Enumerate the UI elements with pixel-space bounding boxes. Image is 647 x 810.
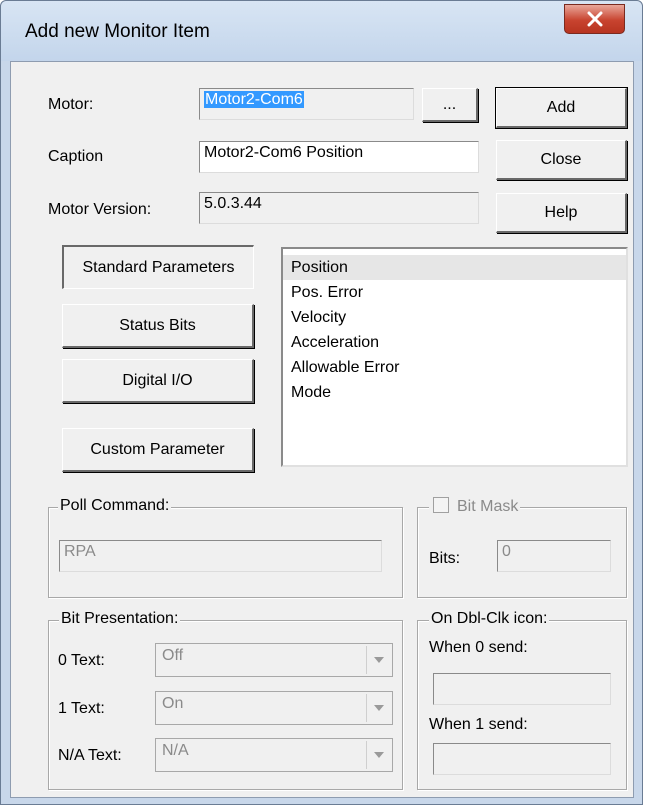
zero-text-value: Off bbox=[162, 647, 184, 664]
digital-io-button[interactable]: Digital I/O bbox=[62, 359, 254, 403]
list-item[interactable]: Acceleration bbox=[283, 330, 626, 355]
bits-field: 0 bbox=[497, 540, 611, 572]
list-item[interactable]: Mode bbox=[283, 380, 626, 405]
when0-field bbox=[433, 673, 611, 705]
add-button[interactable]: Add bbox=[495, 87, 628, 129]
bit-mask-legend[interactable]: Bit Mask bbox=[429, 497, 521, 519]
when1-label: When 1 send: bbox=[429, 716, 528, 733]
browse-label: ... bbox=[442, 95, 457, 113]
parameter-list[interactable]: Position Pos. Error Velocity Acceleratio… bbox=[281, 247, 628, 467]
motor-version-field: 5.0.3.44 bbox=[199, 192, 479, 224]
list-item[interactable]: Velocity bbox=[283, 305, 626, 330]
standard-parameters-label: Standard Parameters bbox=[82, 258, 235, 276]
motor-label: Motor: bbox=[48, 96, 94, 113]
zero-text-combo: Off bbox=[155, 643, 393, 677]
list-item[interactable]: Allowable Error bbox=[283, 355, 626, 380]
poll-command-field: RPA bbox=[59, 540, 382, 572]
one-text-combo: On bbox=[155, 691, 393, 725]
zero-text-label: 0 Text: bbox=[58, 652, 105, 669]
motor-version-label: Motor Version: bbox=[48, 201, 152, 218]
title-bar[interactable]: Add new Monitor Item bbox=[1, 1, 642, 61]
help-button[interactable]: Help bbox=[496, 193, 627, 233]
na-text-label: N/A Text: bbox=[58, 747, 122, 764]
window-title: Add new Monitor Item bbox=[25, 21, 210, 42]
chevron-down-icon bbox=[366, 646, 390, 674]
dialog-client-area: Motor: Motor2-Com6 ... Add Caption Motor… bbox=[10, 61, 634, 798]
when0-label: When 0 send: bbox=[429, 639, 528, 656]
custom-parameter-label: Custom Parameter bbox=[90, 440, 225, 458]
motor-field[interactable]: Motor2-Com6 bbox=[199, 88, 414, 120]
bit-mask-checkbox[interactable] bbox=[433, 497, 449, 513]
standard-parameters-button[interactable]: Standard Parameters bbox=[62, 245, 254, 289]
one-text-label: 1 Text: bbox=[58, 700, 105, 717]
status-bits-label: Status Bits bbox=[119, 316, 196, 334]
window-close-button[interactable] bbox=[564, 4, 625, 34]
add-label: Add bbox=[546, 98, 576, 116]
when1-field bbox=[433, 743, 611, 775]
chevron-down-icon bbox=[366, 741, 390, 769]
status-bits-button[interactable]: Status Bits bbox=[62, 304, 254, 348]
list-item[interactable]: Position bbox=[283, 255, 626, 280]
bit-mask-label: Bit Mask bbox=[457, 498, 519, 515]
na-text-value: N/A bbox=[162, 742, 189, 759]
caption-value: Motor2-Com6 Position bbox=[204, 144, 364, 161]
bits-value: 0 bbox=[502, 543, 511, 560]
na-text-combo: N/A bbox=[155, 738, 393, 772]
close-x-icon bbox=[587, 11, 603, 27]
close-label: Close bbox=[540, 150, 582, 168]
close-button[interactable]: Close bbox=[496, 140, 627, 180]
one-text-value: On bbox=[162, 695, 184, 712]
dblclk-legend: On Dbl-Clk icon: bbox=[429, 610, 550, 628]
chevron-down-icon bbox=[366, 694, 390, 722]
digital-io-label: Digital I/O bbox=[122, 371, 193, 389]
browse-motor-button[interactable]: ... bbox=[422, 88, 478, 122]
list-item[interactable]: Pos. Error bbox=[283, 280, 626, 305]
motor-value: Motor2-Com6 bbox=[204, 91, 304, 108]
caption-label: Caption bbox=[48, 148, 104, 165]
poll-command-legend: Poll Command: bbox=[58, 497, 172, 515]
bits-label: Bits: bbox=[429, 550, 461, 567]
poll-command-value: RPA bbox=[64, 543, 96, 560]
bit-presentation-legend: Bit Presentation: bbox=[59, 610, 181, 628]
caption-field[interactable]: Motor2-Com6 Position bbox=[199, 141, 479, 173]
custom-parameter-button[interactable]: Custom Parameter bbox=[62, 428, 254, 472]
dialog-window: Add new Monitor Item Motor: Motor2-Com6 … bbox=[0, 0, 643, 805]
help-label: Help bbox=[544, 203, 578, 221]
motor-version-value: 5.0.3.44 bbox=[204, 195, 262, 212]
